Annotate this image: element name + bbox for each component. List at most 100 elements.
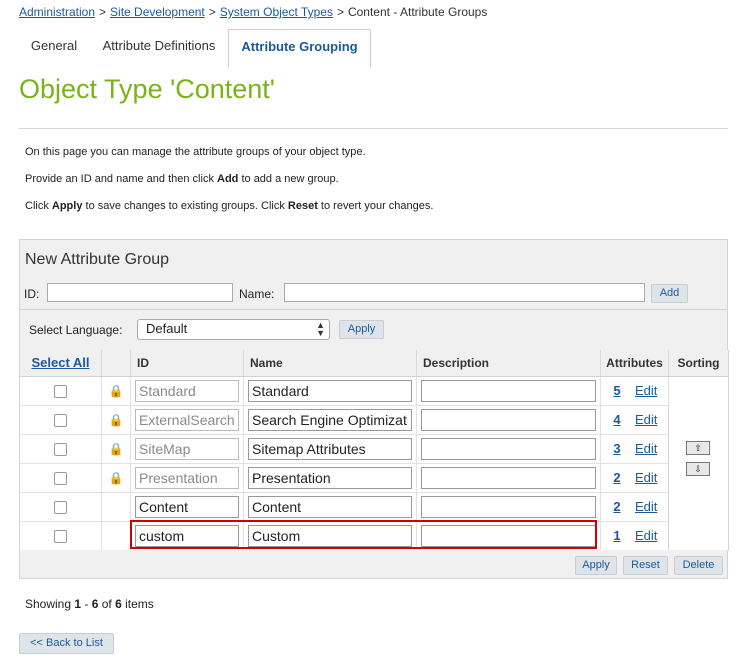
id-cell: Content [130,492,244,522]
row-checkbox[interactable] [54,530,67,544]
language-select-value: Default [146,321,188,336]
name-cell: Standard [243,376,417,406]
paging-text: items [121,597,154,611]
intro-text: to add a new group. [238,173,339,185]
description-cell [416,405,601,435]
back-to-list-button[interactable]: << Back to List [19,633,114,654]
group-description-field[interactable] [421,466,596,489]
intro-bold-reset: Reset [287,200,318,212]
description-cell [416,492,601,522]
row-checkbox[interactable] [54,472,67,486]
group-name-field[interactable]: Search Engine Optimizat [248,408,412,431]
breadcrumb-administration[interactable]: Administration [19,5,95,19]
paging-text: Showing [25,597,75,611]
row-select-cell [19,376,102,406]
intro-text: Click [25,200,52,212]
attribute-count-link[interactable]: 2 [605,499,629,514]
sort-up-button[interactable]: ⇧ [686,441,710,455]
edit-link[interactable]: Edit [635,528,657,543]
breadcrumb-separator: > [208,5,216,19]
attributes-cell: 2 Edit [600,492,669,522]
edit-link[interactable]: Edit [635,441,657,456]
attributes-cell: 3 Edit [600,434,669,464]
lock-cell: 🔒 [101,463,131,493]
paging-text: of [98,597,116,611]
description-cell [416,376,601,406]
title-divider [19,128,728,129]
lock-icon: 🔒 [108,471,124,485]
select-all-link[interactable]: Select All [31,355,89,370]
lock-cell: 🔒 [101,405,131,435]
name-label: Name: [239,287,275,301]
tab-general[interactable]: General [19,29,89,65]
group-description-field[interactable] [421,437,596,460]
breadcrumb-system-object-types[interactable]: System Object Types [220,5,333,19]
row-checkbox[interactable] [54,443,67,457]
intro-text: to save changes to existing groups. Clic… [82,200,288,212]
edit-link[interactable]: Edit [635,499,657,514]
group-id-field: Presentation [135,466,239,489]
table-header-row: Select All ID Name Description Attribute… [19,350,729,377]
language-apply-button[interactable]: Apply [339,320,384,339]
group-description-field[interactable] [421,495,596,518]
lock-icon: 🔒 [108,384,124,398]
paging-text: - [81,597,92,611]
intro-line-3: Click Apply to save changes to existing … [25,200,433,212]
row-select-cell [19,492,102,522]
page-title: Object Type 'Content' [19,74,275,104]
edit-link[interactable]: Edit [635,412,657,427]
name-cell: Content [243,492,417,522]
group-id-field: Standard [135,379,239,402]
lock-column-header [101,350,131,377]
new-group-id-input[interactable] [47,283,233,302]
breadcrumb-site-development[interactable]: Site Development [110,5,205,19]
attributes-cell: 1 Edit [600,521,669,551]
sorting-column-header: Sorting [668,350,729,377]
apply-button[interactable]: Apply [575,556,617,575]
attribute-count-link[interactable]: 2 [605,470,629,485]
row-select-cell [19,521,102,551]
edit-link[interactable]: Edit [635,470,657,485]
tab-attribute-definitions[interactable]: Attribute Definitions [93,29,225,65]
table-row: 🔒 Standard Standard 5 Edit [19,376,729,551]
group-name-field[interactable]: Content [248,495,412,518]
lock-cell: 🔒 [101,376,131,406]
group-name-field[interactable]: Sitemap Attributes [248,437,412,460]
row-checkbox[interactable] [54,414,67,428]
group-name-field[interactable]: Presentation [248,466,412,489]
name-cell: Search Engine Optimizat [243,405,417,435]
breadcrumb: Administration > Site Development > System O… [19,5,487,19]
attribute-count-link[interactable]: 5 [605,383,629,398]
id-cell: ExternalSearch [130,405,244,435]
intro-bold-add: Add [217,173,239,185]
new-group-name-input[interactable] [284,283,645,302]
group-description-field[interactable] [421,379,596,402]
breadcrumb-separator: > [99,5,107,19]
attribute-count-link[interactable]: 3 [605,441,629,456]
intro-text: Provide an ID and name and then click [25,173,218,185]
row-checkbox[interactable] [54,501,67,515]
group-description-field[interactable] [421,408,596,431]
intro-line-2: Provide an ID and name and then click Ad… [25,173,339,185]
attribute-count-link[interactable]: 4 [605,412,629,427]
group-id-field: SiteMap [135,437,239,460]
add-button[interactable]: Add [651,284,688,303]
lock-cell: 🔒 [101,434,131,464]
edit-link[interactable]: Edit [635,383,657,398]
id-cell: Standard [130,376,244,406]
attributes-column-header: Attributes [600,350,669,377]
sort-down-button[interactable]: ⇩ [686,462,710,476]
attribute-count-link[interactable]: 1 [605,528,629,543]
reset-button[interactable]: Reset [623,556,668,575]
language-select[interactable]: Default ▲ ▼ [137,319,330,340]
tab-attribute-grouping[interactable]: Attribute Grouping [228,29,371,68]
row-checkbox[interactable] [54,385,67,399]
intro-line-1: On this page you can manage the attribut… [25,146,366,158]
lock-cell [101,521,131,551]
breadcrumb-separator: > [336,5,344,19]
group-name-field[interactable]: Standard [248,379,412,402]
delete-button[interactable]: Delete [674,556,723,575]
group-id-field[interactable]: Content [135,495,239,518]
paging-total: 6 [115,597,122,611]
new-group-title: New Attribute Group [25,251,170,268]
